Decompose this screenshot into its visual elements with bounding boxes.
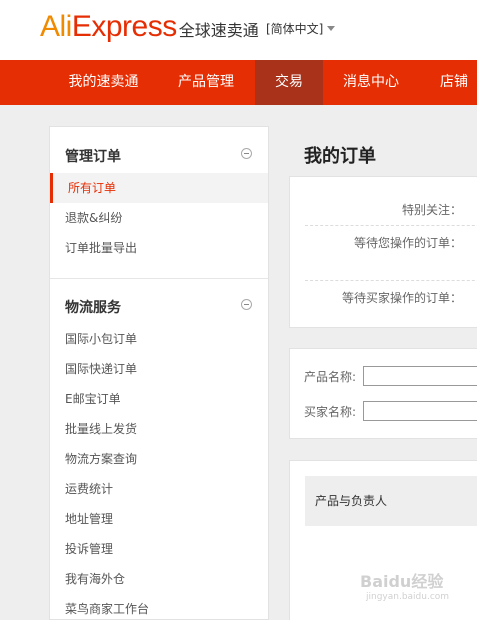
language-selector[interactable]: [简体中文] — [266, 20, 336, 37]
main-nav: 我的速卖通 产品管理 交易 消息中心 店铺 — [0, 60, 477, 105]
nav-item-my-aliexpress[interactable]: 我的速卖通 — [50, 60, 157, 105]
sidebar-item-overseas-warehouse[interactable]: 我有海外仓 — [50, 564, 268, 594]
sidebar-item-batch-online-ship[interactable]: 批量线上发货 — [50, 414, 268, 444]
order-stats-panel: 特别关注： 等待您操作的订单： 等待买家操作的订单： — [289, 176, 477, 328]
section-divider — [50, 278, 268, 279]
column-header-product-owner: 产品与负责人 — [315, 494, 388, 508]
nav-item-transactions[interactable]: 交易 — [255, 60, 323, 105]
baidu-watermark: Baidu经验 jingyan.baidu.com — [360, 568, 449, 602]
stat-awaiting-buyer-action[interactable]: 等待买家操作的订单： — [342, 289, 462, 306]
table-header: 产品与负责人 — [305, 476, 477, 526]
sidebar-item-all-orders[interactable]: 所有订单 — [50, 173, 268, 203]
language-label: [简体中文] — [266, 22, 324, 36]
aliexpress-logo[interactable]: AliExpress 全球速卖通 — [40, 10, 259, 44]
watermark-sub: jingyan.baidu.com — [366, 592, 450, 602]
section-title-order-management: 管理订单 — [65, 149, 121, 165]
stat-special-attention[interactable]: 特别关注： — [402, 201, 462, 218]
collapse-icon[interactable] — [241, 299, 252, 310]
divider — [305, 280, 477, 281]
product-name-label: 产品名称: — [304, 370, 357, 384]
collapse-icon[interactable] — [241, 148, 252, 159]
buyer-name-input[interactable] — [363, 401, 477, 421]
page-title: 我的订单 — [304, 146, 376, 167]
order-search-panel: 产品名称: 买家名称: — [289, 348, 477, 439]
product-name-input[interactable] — [363, 366, 477, 386]
logo-subtitle: 全球速卖通 — [178, 21, 259, 40]
sidebar-item-address-management[interactable]: 地址管理 — [50, 504, 268, 534]
stat-awaiting-your-action[interactable]: 等待您操作的订单： — [354, 234, 462, 251]
sidebar-item-logistics-query[interactable]: 物流方案查询 — [50, 444, 268, 474]
nav-item-messages[interactable]: 消息中心 — [323, 60, 419, 105]
sidebar-item-intl-express[interactable]: 国际快递订单 — [50, 354, 268, 384]
chevron-down-icon — [327, 26, 336, 31]
top-header: AliExpress 全球速卖通 [简体中文] — [0, 0, 477, 60]
logo-brand: AliExpress — [40, 10, 177, 43]
sidebar-item-freight-stats[interactable]: 运费统计 — [50, 474, 268, 504]
nav-item-store[interactable]: 店铺 — [419, 60, 477, 105]
sidebar-item-refunds-disputes[interactable]: 退款&纠纷 — [50, 203, 268, 233]
sidebar-item-complaints[interactable]: 投诉管理 — [50, 534, 268, 564]
sidebar: 管理订单 所有订单 退款&纠纷 订单批量导出 物流服务 国际小包订单 国际快递订… — [49, 126, 269, 620]
divider — [305, 225, 477, 226]
sidebar-item-intl-small-parcel[interactable]: 国际小包订单 — [50, 324, 268, 354]
nav-item-product-management[interactable]: 产品管理 — [157, 60, 255, 105]
buyer-name-label: 买家名称: — [304, 405, 357, 419]
sidebar-item-epacket[interactable]: E邮宝订单 — [50, 384, 268, 414]
section-title-logistics: 物流服务 — [65, 300, 121, 316]
sidebar-item-batch-export[interactable]: 订单批量导出 — [50, 233, 268, 263]
sidebar-item-cainiao-workbench[interactable]: 菜鸟商家工作台 — [50, 594, 268, 620]
watermark-text: Baidu经验 — [360, 572, 444, 591]
